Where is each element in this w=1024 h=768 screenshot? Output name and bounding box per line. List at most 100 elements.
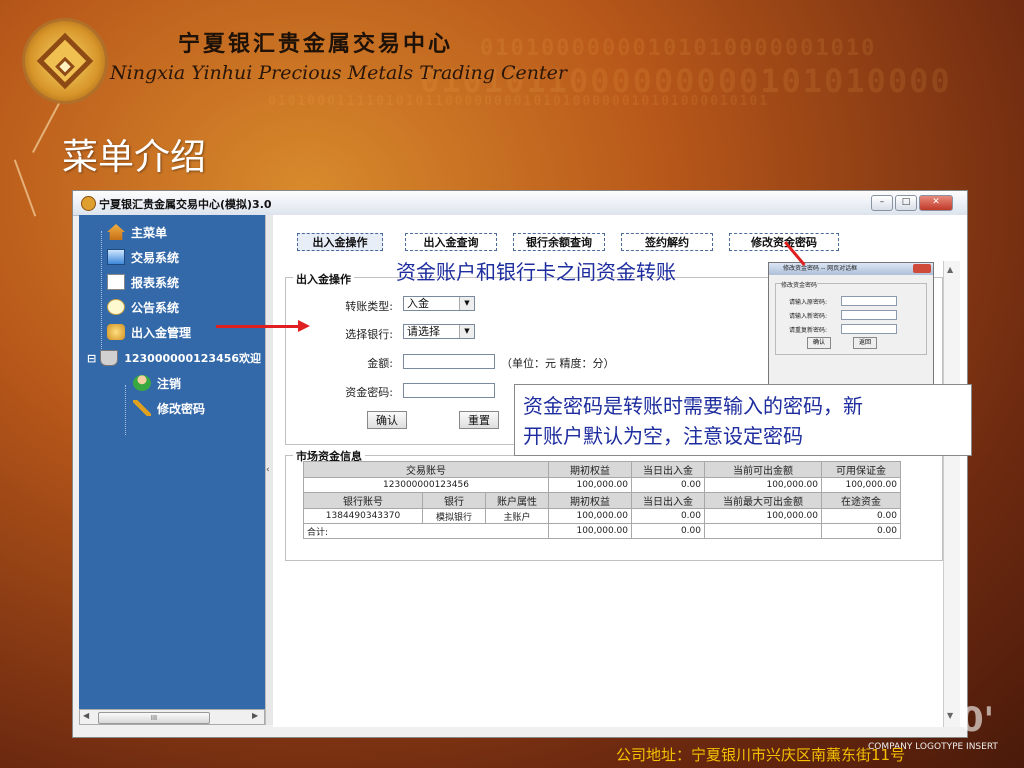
repeat-password-input[interactable]: [841, 324, 897, 334]
annotation-password-note: 资金密码是转账时需要输入的密码，新 开账户默认为空，注意设定密码: [514, 384, 972, 456]
table-header: 期初权益: [548, 461, 632, 478]
decorative-line: [13, 159, 37, 217]
tab-fund-query[interactable]: 出入金查询: [405, 233, 497, 251]
scrollbar-thumb[interactable]: III: [98, 712, 210, 724]
new-password-input[interactable]: [841, 310, 897, 320]
tree-item-change-password[interactable]: 修改密码: [133, 397, 205, 419]
bank-select[interactable]: 请选择 ▼: [403, 324, 475, 339]
binary-decoration-3: 0101000111101010110000000010101000000101…: [268, 94, 770, 109]
table-cell: 100,000.00: [548, 508, 632, 524]
table-header: 当日出入金: [631, 461, 705, 478]
table-header: 在途资金: [821, 492, 901, 509]
home-icon: [107, 224, 125, 240]
dialog-group-legend: 修改资金密码: [781, 280, 818, 289]
table-cell: 100,000.00: [821, 477, 901, 493]
binary-decoration-1: 01010000000101010000001010: [480, 36, 877, 61]
market-funds-table: 交易账号 期初权益 当日出入金 当前可出金额 可用保证金 12300000012…: [303, 461, 901, 539]
table-cell: 0.00: [631, 523, 705, 539]
table-header-row: 交易账号 期初权益 当日出入金 当前可出金额 可用保证金: [303, 461, 901, 478]
old-password-input[interactable]: [841, 296, 897, 306]
annotation-transfer-note: 资金账户和银行卡之间资金转账: [396, 260, 676, 284]
table-row: 123000000123456 100,000.00 0.00 100,000.…: [303, 477, 901, 493]
reset-button[interactable]: 重置: [459, 411, 499, 429]
main-vertical-scrollbar[interactable]: ▲ ▼: [943, 261, 960, 727]
table-cell: 主账户: [485, 508, 549, 524]
table-cell: [704, 523, 822, 539]
transfer-type-label: 转账类型:: [345, 300, 393, 313]
amount-unit-hint: （单位：元 精度：分）: [501, 357, 615, 370]
tree-item-logout[interactable]: 注销: [133, 372, 181, 394]
scroll-right-icon[interactable]: ▶: [252, 711, 258, 720]
maximize-button[interactable]: □: [895, 195, 917, 211]
table-header: 交易账号: [303, 461, 549, 478]
company-name-en: Ningxia Yinhui Precious Metals Trading C…: [110, 62, 567, 84]
scroll-up-icon[interactable]: ▲: [947, 265, 953, 274]
table-header: 当日出入金: [631, 492, 705, 509]
logo-diamond-icon: [36, 32, 94, 90]
collapse-arrow-icon[interactable]: ‹: [266, 465, 270, 475]
tree-item-announcement-system[interactable]: 公告系统: [107, 296, 179, 318]
scroll-down-icon[interactable]: ▼: [947, 711, 953, 720]
tree-item-report-system[interactable]: 报表系统: [107, 271, 179, 293]
table-cell: 100,000.00: [548, 477, 632, 493]
annotation-line: 开账户默认为空，注意设定密码: [523, 424, 803, 448]
confirm-button[interactable]: 确认: [367, 411, 407, 429]
tab-sign-unsign[interactable]: 签约解约: [621, 233, 713, 251]
tree-item-label: 注销: [157, 376, 182, 391]
tab-fund-operation[interactable]: 出入金操作: [297, 233, 383, 251]
user-icon: [133, 375, 151, 391]
nav-tree: 主菜单 交易系统 报表系统 公告系统 出入金管理 ⊟ 1230000001234…: [79, 215, 265, 709]
close-button[interactable]: ✕: [919, 195, 953, 211]
footer-mark: 0': [960, 700, 995, 740]
table-total-row: 合计: 100,000.00 0.00 0.00: [303, 523, 901, 539]
coffee-cup-icon: [100, 350, 119, 366]
table-cell: 0.00: [821, 523, 901, 539]
annotation-arrow-bank: [216, 325, 300, 328]
footer-address: 公司地址：宁夏银川市兴庆区南薰东街11号: [616, 746, 906, 764]
tree-item-label: 123000000123456欢迎: [124, 352, 262, 365]
repeat-password-label: 请重复新密码:: [789, 327, 828, 334]
tree-item-label: 出入金管理: [131, 325, 192, 340]
old-password-label: 请输入原密码:: [789, 299, 828, 306]
window-titlebar: 宁夏银汇贵金属交易中心(模拟)3.0 – □ ✕: [73, 191, 967, 216]
window-title: 宁夏银汇贵金属交易中心(模拟)3.0: [99, 198, 272, 211]
coins-icon: [107, 324, 125, 340]
tree-item-label: 公告系统: [131, 300, 180, 315]
minimize-button[interactable]: –: [871, 195, 893, 211]
bank-label: 选择银行:: [345, 328, 393, 341]
tree-item-label: 交易系统: [131, 250, 180, 265]
arrow-head-icon: [298, 320, 310, 332]
tab-bank-balance-query[interactable]: 银行余额查询: [513, 233, 605, 251]
table-header: 账户属性: [485, 492, 549, 509]
transfer-type-select[interactable]: 入金 ▼: [403, 296, 475, 311]
table-cell: 模拟银行: [422, 508, 486, 524]
table-cell: 100,000.00: [704, 508, 822, 524]
change-password-dialog: 修改资金密码 -- 网页对话框 修改资金密码 请输入原密码: 请输入新密码: 请…: [768, 262, 934, 390]
table-header-row: 银行账号 银行 账户属性 期初权益 当日出入金 当前最大可出金额 在途资金: [303, 492, 901, 509]
tree-item-label: 修改密码: [157, 401, 206, 416]
dialog-back-button[interactable]: 返回: [853, 337, 877, 349]
tree-expander-icon[interactable]: ⊟: [87, 352, 96, 365]
tree-item-main-menu[interactable]: 主菜单: [107, 221, 167, 243]
tree-item-label: 报表系统: [131, 275, 180, 290]
table-header: 当前可出金额: [704, 461, 822, 478]
tree-item-label: 主菜单: [131, 225, 168, 240]
fund-password-label: 资金密码:: [345, 386, 393, 399]
chevron-down-icon: ▼: [459, 297, 474, 310]
table-row: 1384490343370 模拟银行 主账户 100,000.00 0.00 1…: [303, 508, 901, 524]
company-name-cn: 宁夏银汇贵金属交易中心: [178, 31, 454, 57]
tree-item-account[interactable]: ⊟ 123000000123456欢迎: [87, 347, 261, 369]
tree-item-fund-management[interactable]: 出入金管理: [107, 321, 191, 343]
amount-input[interactable]: [403, 354, 495, 369]
sidebar-horizontal-scrollbar[interactable]: ◀ III ▶: [79, 709, 265, 725]
scroll-left-icon[interactable]: ◀: [83, 711, 89, 720]
decorative-line: [32, 99, 62, 153]
dialog-ok-button[interactable]: 确认: [807, 337, 831, 349]
fund-operation-legend: 出入金操作: [293, 271, 354, 287]
table-cell: 0.00: [631, 477, 705, 493]
fund-password-input[interactable]: [403, 383, 495, 398]
close-icon[interactable]: [913, 264, 931, 273]
key-icon: [133, 400, 151, 416]
tree-item-trading-system[interactable]: 交易系统: [107, 246, 179, 268]
table-header: 当前最大可出金额: [704, 492, 822, 509]
